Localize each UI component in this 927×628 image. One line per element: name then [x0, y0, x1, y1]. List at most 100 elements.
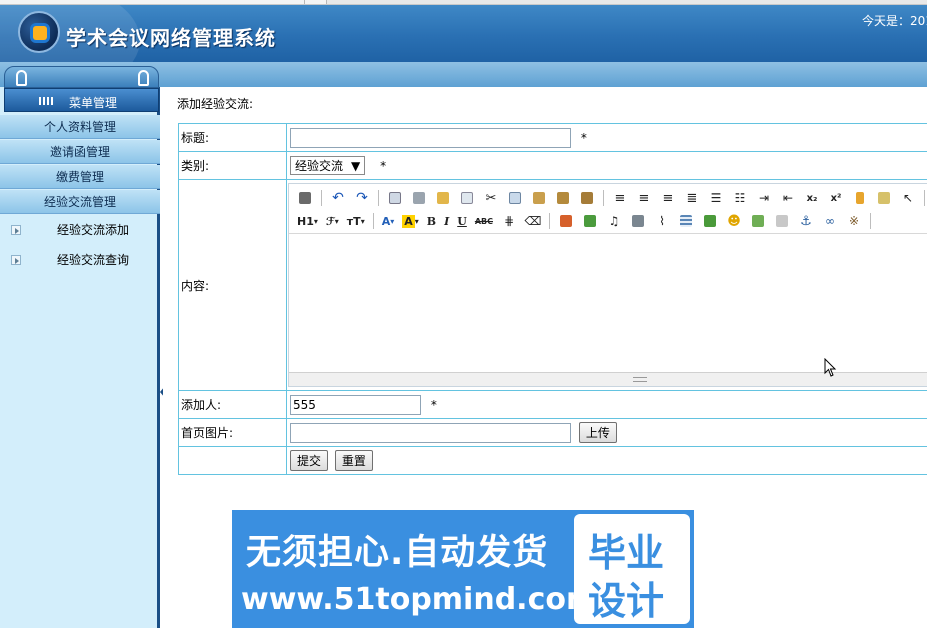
- video-icon[interactable]: [630, 213, 646, 229]
- sidebar-category-invitation[interactable]: 邀请函管理: [0, 140, 160, 164]
- resize-handle-icon[interactable]: [633, 377, 647, 382]
- outdent-icon[interactable]: ⇤: [780, 190, 796, 206]
- anchor-icon[interactable]: ⚓: [798, 213, 814, 229]
- undo-icon[interactable]: ↶: [330, 190, 346, 206]
- source-icon[interactable]: [297, 190, 313, 206]
- watermark-badge-line1: 毕业: [588, 531, 665, 575]
- align-justify-icon[interactable]: ≣: [684, 190, 700, 206]
- cut-icon[interactable]: ✂: [483, 190, 499, 206]
- reset-button[interactable]: 重置: [334, 450, 373, 471]
- sidebar-item-exchange-query[interactable]: 经验交流查询: [0, 246, 160, 274]
- template-icon[interactable]: [435, 190, 451, 206]
- insert-row-icon[interactable]: [702, 213, 718, 229]
- unlink-icon[interactable]: ※: [846, 213, 862, 229]
- upload-button[interactable]: 上传: [578, 422, 617, 443]
- hr-pattern-icon[interactable]: ⋕: [501, 213, 517, 229]
- indent-icon[interactable]: ⇥: [756, 190, 772, 206]
- form-row-actions: 提交 重置: [178, 446, 927, 475]
- picture-icon[interactable]: [750, 213, 766, 229]
- copy-icon[interactable]: [507, 190, 523, 206]
- page-break-icon[interactable]: [774, 213, 790, 229]
- font-name-icon[interactable]: ℱ ▾: [326, 213, 339, 229]
- bold-icon[interactable]: B: [427, 213, 436, 229]
- select-all-icon[interactable]: ↖: [900, 190, 916, 206]
- category-selected-value: 经验交流: [295, 159, 344, 173]
- link-icon[interactable]: ∞: [822, 213, 838, 229]
- required-mark: *: [380, 159, 387, 173]
- toolbar-separator: [549, 213, 550, 229]
- print-icon[interactable]: [411, 190, 427, 206]
- browser-tab[interactable]: [0, 0, 305, 4]
- italic-icon[interactable]: I: [444, 213, 449, 229]
- editor-toolbar: ↶ ↷ ✂ ≡ ≡ ≡ ≣ ☰ ☷ ⇥ ⇤ x₂ x² ↖ H1 ▾ ℱ ▾ т…: [289, 184, 927, 234]
- back-color-icon[interactable]: A ▾: [402, 213, 419, 229]
- sidebar-category-profile[interactable]: 个人资料管理: [0, 115, 160, 139]
- editor-toolbar-row: H1 ▾ ℱ ▾ тT ▾ A ▾ A ▾ B I U ABC ⋕ ⌫ ♫ ⌇ …: [297, 210, 879, 232]
- attachment-icon[interactable]: ⌇: [654, 213, 670, 229]
- media-icon[interactable]: ♫: [606, 213, 622, 229]
- arrow-right-icon: [11, 255, 21, 265]
- image-path-input[interactable]: [290, 423, 571, 443]
- clear-format-icon[interactable]: [852, 190, 868, 206]
- strikethrough-icon[interactable]: ABC: [475, 213, 493, 229]
- watermark-badge-line2: 设计: [588, 579, 665, 623]
- page-title: 添加经验交流:: [177, 97, 254, 111]
- toolbar-separator: [321, 190, 322, 206]
- underline-icon[interactable]: U: [457, 213, 467, 229]
- fore-color-icon[interactable]: A ▾: [382, 213, 395, 229]
- redo-icon[interactable]: ↷: [354, 190, 370, 206]
- editor-toolbar-row: ↶ ↷ ✂ ≡ ≡ ≡ ≣ ☰ ☷ ⇥ ⇤ x₂ x² ↖: [297, 187, 927, 209]
- quick-format-icon[interactable]: [876, 190, 892, 206]
- required-mark: *: [580, 130, 587, 145]
- title-input[interactable]: [290, 127, 571, 148]
- align-center-icon[interactable]: ≡: [636, 190, 652, 206]
- watermark-url: www.51topmind.com: [241, 582, 598, 617]
- superscript-icon[interactable]: x²: [828, 190, 844, 206]
- empty-label-cell: [178, 446, 287, 475]
- align-right-icon[interactable]: ≡: [660, 190, 676, 206]
- heading-icon[interactable]: H1 ▾: [297, 213, 318, 229]
- watermark-badge: 毕业 设计: [574, 514, 690, 624]
- eraser-icon[interactable]: ⌫: [525, 213, 542, 229]
- site-header: 学术会议网络管理系统 今天是：201: [0, 5, 927, 62]
- paste-text-icon[interactable]: [555, 190, 571, 206]
- emoticon-icon[interactable]: ☻: [726, 213, 742, 229]
- font-size-icon[interactable]: тT ▾: [347, 213, 365, 229]
- ordered-list-icon[interactable]: ☰: [708, 190, 724, 206]
- form-row-image: 首页图片: 上传: [178, 418, 927, 447]
- category-select[interactable]: 经验交流 ▼: [290, 156, 366, 175]
- submit-button[interactable]: 提交: [290, 450, 329, 471]
- dropdown-arrow-icon: ▼: [351, 158, 361, 173]
- paste-word-icon[interactable]: [579, 190, 595, 206]
- unordered-list-icon[interactable]: ☷: [732, 190, 748, 206]
- author-cell: *: [286, 390, 927, 419]
- toolbar-separator: [924, 190, 925, 206]
- content-label: 内容:: [178, 179, 287, 391]
- menu-tab-top: [4, 66, 159, 88]
- author-input[interactable]: [290, 394, 421, 415]
- binder-ring-icon: [138, 70, 149, 86]
- menu-title-bar[interactable]: 菜单管理: [4, 88, 159, 112]
- preview-icon[interactable]: [387, 190, 403, 206]
- category-cell: 经验交流 ▼ *: [286, 151, 927, 180]
- table-icon[interactable]: [678, 213, 694, 229]
- image-cell: 上传: [286, 418, 927, 447]
- author-label: 添加人:: [178, 390, 287, 419]
- form-row-content: 内容: ↶ ↷ ✂ ≡ ≡ ≡ ≣ ☰ ☷ ⇥ ⇤ x₂ x² ↖ H1 ▾ ℱ…: [178, 179, 927, 391]
- code-icon[interactable]: [459, 190, 475, 206]
- sidebar-category-payment[interactable]: 缴费管理: [0, 165, 160, 189]
- sidebar: 菜单管理 个人资料管理 邀请函管理 缴费管理 经验交流管理 经验交流添加 经验交…: [0, 66, 160, 628]
- image-insert-icon[interactable]: [558, 213, 574, 229]
- form-row-title: 标题: *: [178, 123, 927, 152]
- subscript-icon[interactable]: x₂: [804, 190, 820, 206]
- site-title: 学术会议网络管理系统: [66, 26, 276, 50]
- align-left-icon[interactable]: ≡: [612, 190, 628, 206]
- rich-text-editor[interactable]: ↶ ↷ ✂ ≡ ≡ ≡ ≣ ☰ ☷ ⇥ ⇤ x₂ x² ↖ H1 ▾ ℱ ▾ т…: [288, 183, 927, 387]
- logo-icon: [18, 11, 60, 53]
- paste-icon[interactable]: [531, 190, 547, 206]
- sidebar-item-label: 经验交流查询: [57, 253, 130, 267]
- sidebar-category-exchange[interactable]: 经验交流管理: [0, 190, 160, 214]
- form-row-author: 添加人: *: [178, 390, 927, 419]
- flash-icon[interactable]: [582, 213, 598, 229]
- sidebar-item-exchange-add[interactable]: 经验交流添加: [0, 216, 160, 244]
